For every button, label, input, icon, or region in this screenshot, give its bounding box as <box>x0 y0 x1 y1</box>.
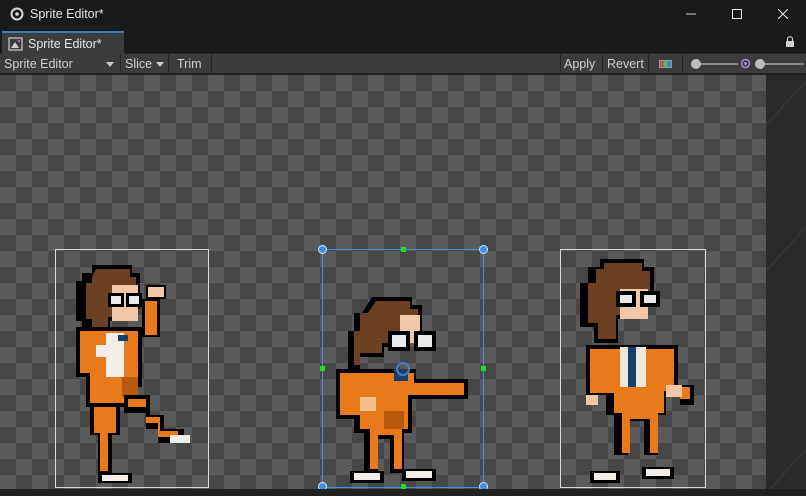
unity-logo-icon <box>10 7 24 21</box>
rgb-channel-toggle[interactable] <box>652 55 678 73</box>
revert-button[interactable]: Revert <box>607 54 644 74</box>
tab-strip: Sprite Editor* <box>0 28 806 54</box>
toolbar-divider <box>211 54 212 74</box>
close-icon <box>778 9 788 19</box>
sprite-editor-tab-icon <box>8 36 23 51</box>
trim-button[interactable]: Trim <box>177 54 202 74</box>
sprite-character-1 <box>76 265 190 483</box>
sprite-character-3 <box>580 259 694 483</box>
minimize-button[interactable] <box>668 0 714 28</box>
sprite-editor-toolbar: Sprite Editor Slice Trim Apply Revert <box>0 54 806 74</box>
resize-handle-bottom-left[interactable] <box>318 482 327 489</box>
close-button[interactable] <box>760 0 806 28</box>
chevron-down-icon <box>156 61 165 67</box>
mip-slider-icon[interactable] <box>755 59 765 69</box>
slice-dropdown[interactable]: Slice <box>125 54 165 74</box>
horizontal-scrollbar[interactable] <box>0 489 766 496</box>
resize-handle-top-right[interactable] <box>479 245 488 254</box>
toolbar-divider <box>682 54 683 74</box>
lock-icon[interactable] <box>785 36 795 47</box>
resize-handle-top[interactable] <box>401 247 406 252</box>
sprite-character-2 <box>336 297 468 483</box>
maximize-button[interactable] <box>714 0 760 28</box>
resize-handle-bottom-right[interactable] <box>479 482 488 489</box>
toolbar-divider <box>120 54 121 74</box>
toolbar-divider <box>648 54 649 74</box>
apply-button[interactable]: Apply <box>564 54 595 74</box>
window-controls <box>668 0 806 28</box>
toolbar-divider <box>560 54 561 74</box>
pivot-handle[interactable] <box>396 362 410 376</box>
resize-handle-left[interactable] <box>320 366 325 371</box>
apply-label: Apply <box>564 57 596 71</box>
mip-level-icon <box>740 58 751 69</box>
chevron-down-icon <box>106 61 114 67</box>
revert-label: Revert <box>607 57 644 71</box>
sprite-canvas[interactable] <box>0 75 766 489</box>
resize-handle-top-left[interactable] <box>318 245 327 254</box>
canvas-decoration <box>766 80 806 489</box>
rgb-channel-icon <box>658 60 672 68</box>
minimize-icon <box>686 13 696 15</box>
editor-mode-label: Sprite Editor <box>4 57 73 71</box>
maximize-icon <box>732 9 742 19</box>
window-title: Sprite Editor* <box>30 7 104 21</box>
tab-label: Sprite Editor* <box>28 36 102 51</box>
toolbar-divider <box>602 54 603 74</box>
title-bar: Sprite Editor* <box>0 0 806 28</box>
canvas-background-right <box>766 75 806 489</box>
trim-label: Trim <box>177 57 202 71</box>
editor-mode-dropdown[interactable]: Sprite Editor <box>4 54 118 74</box>
slice-label: Slice <box>125 57 153 71</box>
toolbar-divider <box>168 54 169 74</box>
resize-handle-right[interactable] <box>481 366 486 371</box>
tab-sprite-editor[interactable]: Sprite Editor* <box>2 31 124 54</box>
zoom-slider-icon[interactable] <box>691 59 701 69</box>
